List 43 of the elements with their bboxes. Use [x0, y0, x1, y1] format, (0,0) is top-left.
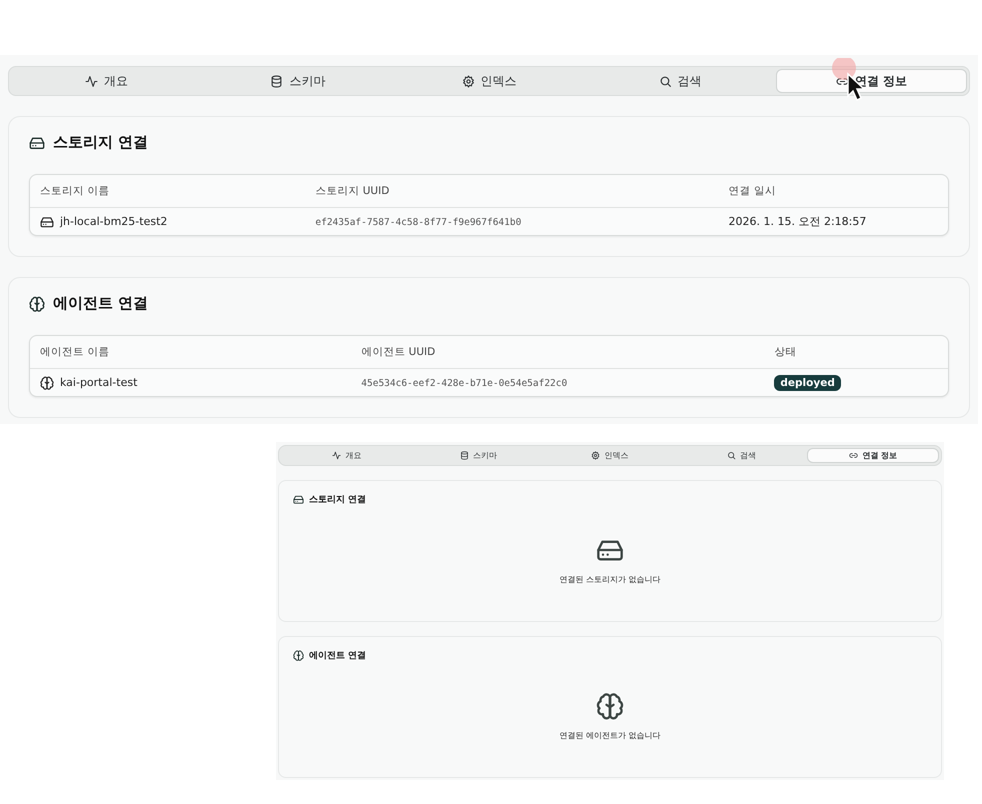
column-header: 스토리지 이름: [30, 175, 306, 208]
table-cell: ef2435af-7587-4c58-8f77-f9e967f641b0: [315, 217, 522, 228]
drive-icon: [293, 494, 304, 505]
brain-icon: [293, 650, 304, 661]
tab[interactable]: 검색: [584, 69, 776, 93]
pulse-icon: [332, 451, 342, 460]
database-icon: [460, 451, 469, 460]
database-icon: [270, 74, 284, 88]
column-header: 상태: [764, 336, 948, 369]
tab[interactable]: 인덱스: [544, 448, 676, 463]
search-icon: [727, 451, 736, 460]
table-cell: 2026. 1. 15. 오전 2:18:57: [728, 215, 866, 228]
tab[interactable]: 개요: [11, 69, 202, 93]
column-header: 연결 일시: [718, 175, 948, 208]
tab[interactable]: 인덱스: [393, 69, 585, 93]
pulse-icon: [85, 74, 98, 88]
table-cell: kai-portal-test: [60, 376, 138, 389]
status-badge: deployed: [774, 374, 841, 390]
link-icon: [849, 451, 858, 460]
drive-icon: [40, 214, 54, 228]
section-title: 에이전트 연결: [53, 294, 148, 313]
settings-icon: [591, 451, 600, 460]
column-header: 스토리지 UUID: [305, 175, 718, 208]
tab[interactable]: 스키마: [202, 69, 394, 93]
section-title: 에이전트 연결: [309, 650, 366, 662]
tab[interactable]: 개요: [281, 448, 413, 463]
brain-icon: [596, 692, 624, 720]
tab[interactable]: 검색: [676, 448, 808, 463]
section-title: 스토리지 연결: [53, 133, 148, 152]
empty-message: 연결된 에이전트가 없습니다: [559, 730, 661, 741]
empty-message: 연결된 스토리지가 없습니다: [559, 574, 661, 585]
tab[interactable]: 연결 정보: [807, 448, 939, 463]
table-cell: 45e534c6-eef2-428e-b71e-0e54e5af22c0: [361, 378, 568, 389]
settings-icon: [462, 74, 474, 88]
column-header: 에이전트 UUID: [351, 336, 764, 369]
section-title: 스토리지 연결: [309, 494, 366, 506]
search-icon: [658, 74, 672, 88]
column-header: 에이전트 이름: [30, 336, 352, 369]
brain-icon: [40, 376, 54, 390]
brain-icon: [29, 296, 45, 312]
tab[interactable]: 스키마: [412, 448, 544, 463]
table-cell: jh-local-bm25-test2: [60, 215, 168, 228]
drive-icon: [29, 134, 45, 150]
